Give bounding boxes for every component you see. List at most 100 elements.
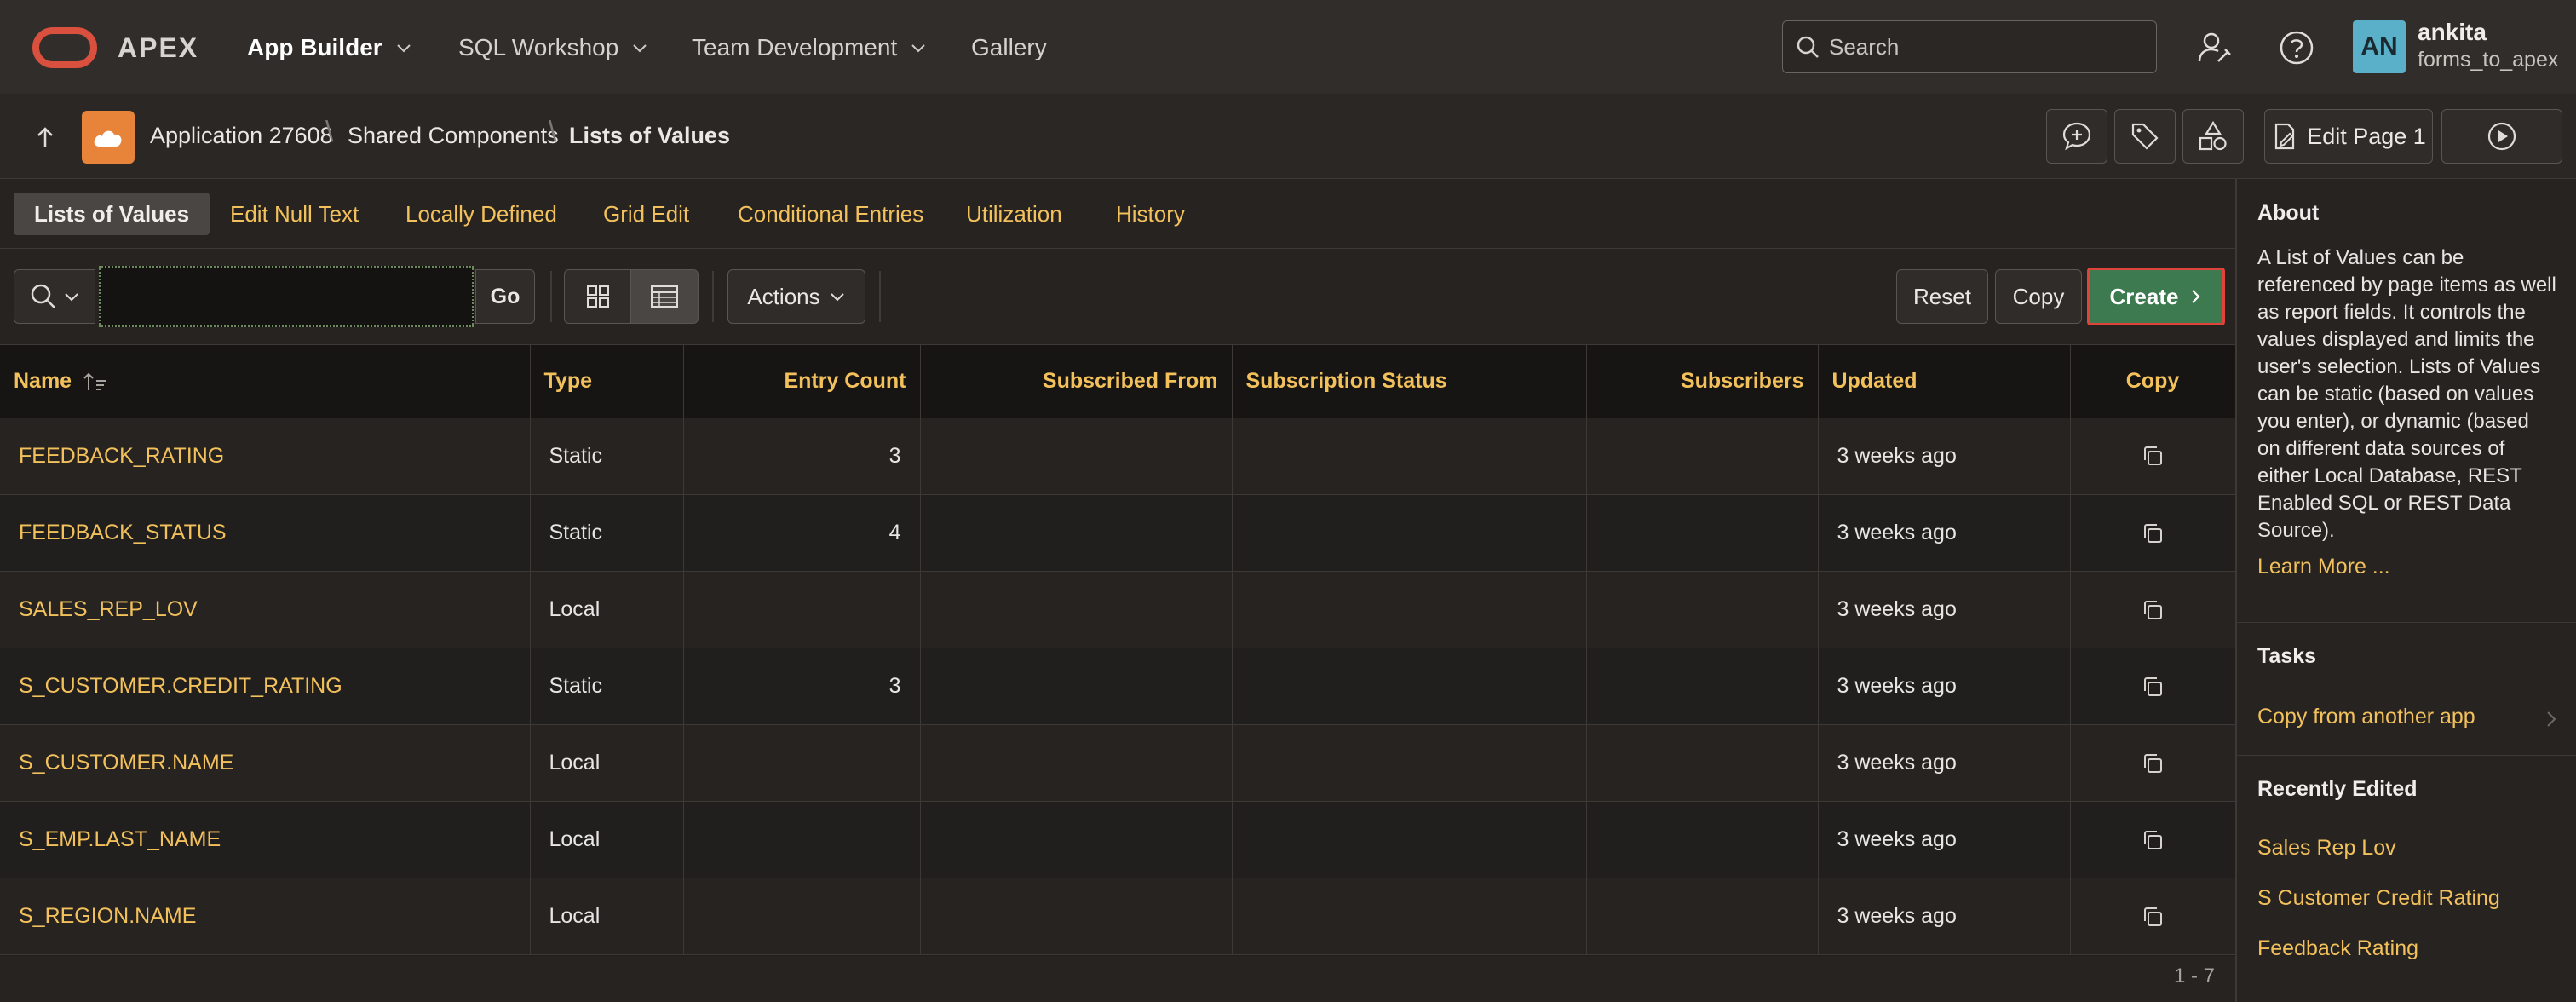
report-search-input[interactable]: [101, 268, 472, 325]
type-cell: Local: [530, 878, 684, 955]
feedback-button[interactable]: [2046, 109, 2107, 164]
lov-name-link[interactable]: S_CUSTOMER.CREDIT_RATING: [19, 674, 342, 698]
lov-name-link[interactable]: SALES_REP_LOV: [19, 597, 198, 621]
copy-icon[interactable]: [2140, 597, 2165, 623]
column-header-entry-count[interactable]: Entry Count: [683, 344, 921, 418]
column-header-updated[interactable]: Updated: [1818, 344, 2071, 418]
about-section: About A List of Values can be referenced…: [2237, 201, 2576, 579]
lov-name-link[interactable]: S_CUSTOMER.NAME: [19, 751, 233, 775]
report-toolbar: Go Actions Reset Copy Create: [0, 249, 2235, 344]
chevron-right-icon: [2547, 711, 2556, 727]
copy-icon[interactable]: [2140, 904, 2165, 930]
search-input[interactable]: [1829, 33, 2136, 60]
recent-item-link[interactable]: Feedback Rating: [2257, 936, 2557, 961]
nav-team-development[interactable]: Team Development: [692, 31, 928, 65]
copy-cell: [2070, 418, 2236, 495]
subscribers-cell: [1586, 648, 1819, 725]
recently-edited-section: Recently Edited Sales Rep Lov S Customer…: [2237, 777, 2576, 961]
updated-cell: 3 weeks ago: [1818, 878, 2071, 955]
lov-name-link[interactable]: S_REGION.NAME: [19, 904, 196, 928]
copy-icon[interactable]: [2140, 751, 2165, 776]
table-row: S_CUSTOMER.NAME Local 3 weeks ago: [0, 724, 2236, 802]
global-search[interactable]: [1782, 20, 2157, 73]
lov-name-link[interactable]: S_EMP.LAST_NAME: [19, 827, 221, 851]
task-item[interactable]: Copy from another app: [2257, 705, 2557, 734]
search-column-menu[interactable]: [14, 269, 95, 324]
entry-count-cell: [683, 724, 921, 802]
administration-icon[interactable]: [2193, 26, 2237, 70]
copy-icon[interactable]: [2140, 827, 2165, 853]
tag-icon: [2131, 123, 2159, 150]
tab-lists-of-values[interactable]: Lists of Values: [14, 193, 210, 235]
shared-components-button[interactable]: [2182, 109, 2244, 164]
task-copy-from-app-link[interactable]: Copy from another app: [2257, 705, 2557, 729]
updated-cell: 3 weeks ago: [1818, 724, 2071, 802]
nav-app-builder[interactable]: App Builder: [247, 31, 413, 65]
recent-item-link[interactable]: Sales Rep Lov: [2257, 836, 2557, 861]
create-button[interactable]: Create: [2087, 268, 2225, 325]
lov-name-link[interactable]: FEEDBACK_STATUS: [19, 521, 227, 544]
table-row: SALES_REP_LOV Local 3 weeks ago: [0, 571, 2236, 648]
updated-cell: 3 weeks ago: [1818, 801, 2071, 878]
icon-view-button[interactable]: [564, 269, 632, 324]
go-button[interactable]: Go: [475, 269, 535, 324]
toolbar-divider: [550, 271, 552, 322]
column-header-type[interactable]: Type: [530, 344, 684, 418]
toolbar-divider: [879, 271, 881, 322]
tab-grid-edit[interactable]: Grid Edit: [583, 193, 710, 235]
search-icon: [1797, 36, 1819, 58]
chevron-down-icon: [911, 44, 925, 53]
apex-brand[interactable]: APEX: [118, 32, 198, 64]
tab-bar: Lists of Values Edit Null Text Locally D…: [0, 179, 2235, 249]
copy-icon[interactable]: [2140, 443, 2165, 469]
tab-conditional-entries[interactable]: Conditional Entries: [717, 193, 944, 235]
column-header-copy[interactable]: Copy: [2070, 344, 2236, 418]
entry-count-cell: 4: [683, 494, 921, 572]
lov-name-link[interactable]: FEEDBACK_RATING: [19, 444, 224, 468]
breadcrumb-shared-components[interactable]: Shared Components: [348, 123, 559, 149]
report-search-field[interactable]: [99, 266, 474, 327]
lov-report-table: Name Type Entry Count Subscribed From Su…: [0, 344, 2236, 955]
subscription-status-cell: [1232, 724, 1587, 802]
about-heading: About: [2257, 201, 2320, 225]
toolbar-divider: [712, 271, 714, 322]
tab-utilization[interactable]: Utilization: [946, 193, 1083, 235]
subscription-status-cell: [1232, 494, 1587, 572]
report-view-button[interactable]: [630, 269, 699, 324]
right-sidebar: About A List of Values can be referenced…: [2235, 179, 2576, 1002]
column-header-name[interactable]: Name: [0, 344, 531, 418]
app-icon[interactable]: [82, 111, 135, 164]
column-header-subscribed-from[interactable]: Subscribed From: [920, 344, 1233, 418]
updated-cell: 3 weeks ago: [1818, 494, 2071, 572]
column-header-subscription-status[interactable]: Subscription Status: [1232, 344, 1587, 418]
reset-button[interactable]: Reset: [1896, 269, 1988, 324]
subscribed-from-cell: [920, 801, 1233, 878]
actions-menu-button[interactable]: Actions: [727, 269, 865, 324]
edit-page-button[interactable]: Edit Page 1: [2264, 109, 2433, 164]
developer-toolbar-button[interactable]: [2114, 109, 2176, 164]
copy-icon[interactable]: [2140, 521, 2165, 546]
nav-sql-workshop[interactable]: SQL Workshop: [458, 31, 649, 65]
recent-item-link[interactable]: S Customer Credit Rating: [2257, 886, 2557, 911]
subscribers-cell: [1586, 878, 1819, 955]
subscribed-from-cell: [920, 648, 1233, 725]
copy-icon[interactable]: [2140, 674, 2165, 700]
subscribed-from-cell: [920, 494, 1233, 572]
pagination-bar: 1 - 7: [0, 956, 2235, 1002]
avatar[interactable]: AN: [2353, 20, 2406, 73]
column-header-subscribers[interactable]: Subscribers: [1586, 344, 1819, 418]
oracle-logo[interactable]: [32, 27, 97, 68]
run-page-button[interactable]: [2441, 109, 2562, 164]
user-name[interactable]: ankita: [2418, 19, 2487, 46]
help-icon[interactable]: [2274, 26, 2319, 70]
tab-history[interactable]: History: [1095, 193, 1205, 235]
learn-more-link[interactable]: Learn More ...: [2257, 555, 2557, 579]
arrow-up-icon[interactable]: [31, 123, 60, 152]
tab-edit-null-text[interactable]: Edit Null Text: [210, 193, 379, 235]
copy-button[interactable]: Copy: [1995, 269, 2082, 324]
nav-gallery[interactable]: Gallery: [971, 31, 1047, 65]
tab-locally-defined[interactable]: Locally Defined: [385, 193, 578, 235]
breadcrumb-application[interactable]: Application 27608: [150, 123, 333, 149]
breadcrumb-separator: \: [325, 116, 334, 148]
subscribers-cell: [1586, 724, 1819, 802]
